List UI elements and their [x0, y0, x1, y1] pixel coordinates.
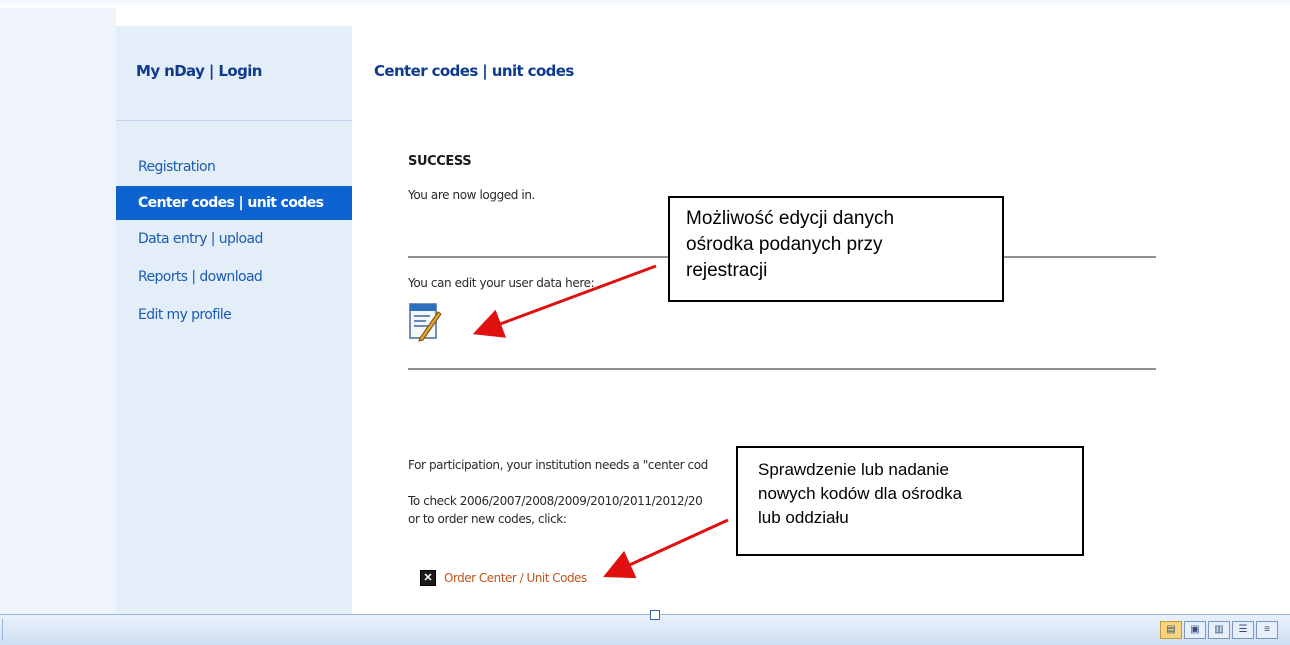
callout-line: Sprawdzenie lub nadanie — [758, 460, 949, 479]
sidebar: My nDay | Login Registration Center code… — [116, 26, 352, 614]
sidebar-title-link[interactable]: My nDay | Login — [136, 62, 262, 80]
sidebar-item-edit-profile[interactable]: Edit my profile — [116, 296, 352, 334]
edit-user-data-text: You can edit your user data here: — [408, 276, 595, 290]
check-codes-text: To check 2006/2007/2008/2009/2010/2011/2… — [408, 494, 703, 508]
annotation-callout-codes: Sprawdzenie lub nadanie nowych kodów dla… — [736, 446, 1084, 556]
outline-icon[interactable]: ☰ — [1232, 621, 1254, 639]
edit-document-icon[interactable] — [408, 302, 442, 342]
page-frame: My nDay | Login Registration Center code… — [0, 8, 1290, 614]
participation-text: For participation, your institution need… — [408, 458, 708, 472]
sidebar-item-registration[interactable]: Registration — [116, 148, 352, 186]
view-mode-buttons: ▤ ▣ ▥ ☰ ≡ — [1160, 621, 1278, 639]
callout-line: ośrodka podanych przy — [686, 234, 883, 255]
annotation-callout-edit: Możliwość edycji danych ośrodka podanych… — [668, 196, 1004, 302]
status-bar-edge — [2, 619, 3, 641]
sidebar-item-data-entry[interactable]: Data entry | upload — [116, 220, 352, 258]
divider-bottom — [408, 368, 1156, 370]
success-heading: SUCCESS — [408, 154, 472, 169]
print-layout-icon[interactable]: ▤ — [1160, 621, 1182, 639]
resize-handle[interactable] — [650, 610, 660, 620]
order-codes-link[interactable]: ✕ Order Center / Unit Codes — [420, 570, 587, 586]
sidebar-nav: Registration Center codes | unit codes D… — [116, 148, 352, 334]
callout-line: nowych kodów dla ośrodka — [758, 484, 963, 503]
outer-margin — [0, 8, 116, 614]
sidebar-item-reports[interactable]: Reports | download — [116, 258, 352, 296]
callout-line: Możliwość edycji danych — [686, 208, 895, 229]
draft-icon[interactable]: ≡ — [1256, 621, 1278, 639]
order-new-codes-text: or to order new codes, click: — [408, 512, 567, 526]
window-top-strip — [0, 0, 1290, 8]
page-title: Center codes | unit codes — [374, 62, 574, 80]
order-codes-link-label: Order Center / Unit Codes — [444, 571, 587, 585]
callout-line: lub oddziału — [758, 508, 849, 527]
x-box-icon: ✕ — [420, 570, 436, 586]
full-screen-icon[interactable]: ▣ — [1184, 621, 1206, 639]
web-layout-icon[interactable]: ▥ — [1208, 621, 1230, 639]
callout-line: rejestracji — [686, 260, 768, 281]
logged-in-message: You are now logged in. — [408, 188, 535, 202]
sidebar-item-center-codes[interactable]: Center codes | unit codes — [116, 186, 352, 220]
sidebar-header: My nDay | Login — [116, 26, 352, 121]
status-bar: ▤ ▣ ▥ ☰ ≡ — [0, 610, 1290, 645]
